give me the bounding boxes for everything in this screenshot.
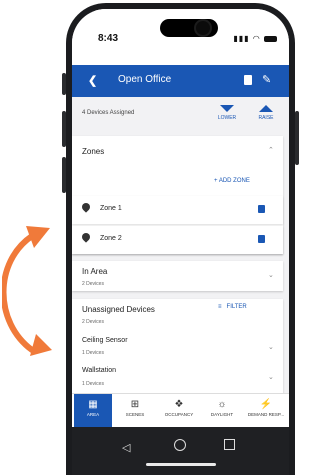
tab-label: AREA (86, 412, 100, 417)
tab-label: SCENES (125, 412, 145, 417)
add-zone-button[interactable]: + ADD ZONE (214, 178, 250, 184)
sliders-icon: ⊞ (130, 399, 140, 410)
zone-item[interactable]: Zone 2 (72, 226, 283, 254)
raise-label: RAISE (258, 115, 274, 121)
devices-bar: 4 Devices Assigned LOWER RAISE (72, 97, 289, 135)
location-pin-icon (80, 231, 92, 243)
tab-daylight[interactable]: ☼ DAYLIGHT (202, 394, 242, 428)
zone-item[interactable]: Zone 1 (72, 196, 283, 224)
device-name: Wallstation (82, 367, 116, 374)
trash-icon[interactable] (258, 235, 265, 243)
mute-switch (62, 73, 66, 95)
zone-name: Zone 1 (100, 205, 122, 212)
home-indicator (146, 463, 216, 466)
zones-card: Zones ⌃ + ADD ZONE Zone 1 Zone 2 (72, 136, 283, 254)
nav-recents-icon[interactable] (224, 439, 235, 450)
person-icon: ❖ (174, 399, 184, 410)
device-name: Ceiling Sensor (82, 337, 128, 344)
zone-name: Zone 2 (100, 235, 122, 242)
volume-up-button (62, 111, 66, 147)
arrow-up-icon (259, 105, 273, 112)
arrow-down-icon (220, 105, 234, 112)
back-button[interactable]: ❮ (88, 74, 97, 87)
tab-label: DAYLIGHT (210, 412, 234, 417)
screenshot-stage: 8:43 ▮▮▮ ◠ ❮ Open Office ✎ 4 Devices Ass… (0, 0, 299, 475)
tab-label: OCCUPANCY (164, 412, 194, 417)
chevron-down-icon: ⌄ (268, 272, 274, 279)
app-bar: ❮ Open Office ✎ (72, 65, 289, 97)
unassigned-devices-card: Unassigned Devices 2 Devices ≡ FILTER Ce… (72, 299, 283, 393)
devices-assigned-text: 4 Devices Assigned (82, 110, 135, 116)
grid-icon: ▦ (88, 399, 98, 410)
tab-scenes[interactable]: ⊞ SCENES (116, 394, 154, 428)
nav-home-icon[interactable] (174, 439, 186, 451)
filter-icon: ≡ (218, 304, 222, 310)
in-area-card[interactable]: In Area 2 Devices ⌄ (72, 261, 283, 291)
device-count: 1 Devices (82, 350, 104, 356)
tab-demand-response[interactable]: ⚡ DEMAND RESP... (244, 394, 288, 428)
chevron-up-icon[interactable]: ⌃ (268, 146, 274, 154)
camera-icon (194, 19, 212, 37)
raise-button[interactable]: RAISE (251, 105, 281, 121)
status-bar: 8:43 ▮▮▮ ◠ (72, 9, 289, 65)
wifi-icon: ◠ (252, 34, 261, 43)
location-pin-icon (80, 201, 92, 213)
bottom-tab-bar: ▦ AREA ⊞ SCENES ❖ OCCUPANCY ☼ DAYLIGHT ⚡ (72, 393, 289, 428)
tab-label: DEMAND RESP... (247, 412, 285, 417)
in-area-count: 2 Devices (82, 281, 104, 287)
unassigned-count: 2 Devices (82, 319, 104, 325)
nav-back-icon[interactable]: ◁ (122, 441, 130, 454)
volume-down-button (62, 157, 66, 193)
power-button (295, 111, 299, 165)
bolt-icon: ⚡ (259, 399, 273, 410)
zones-title: Zones (82, 147, 105, 156)
sun-icon: ☼ (217, 399, 227, 410)
lower-button[interactable]: LOWER (212, 105, 242, 121)
pencil-icon[interactable]: ✎ (262, 73, 271, 86)
tab-occupancy[interactable]: ❖ OCCUPANCY (158, 394, 200, 428)
unassigned-title: Unassigned Devices (82, 305, 155, 314)
trash-icon[interactable] (244, 75, 252, 85)
device-count: 1 Devices (82, 381, 104, 387)
filter-button[interactable]: ≡ FILTER (218, 304, 247, 310)
status-icons: ▮▮▮ ◠ (233, 34, 277, 43)
page-title: Open Office (118, 74, 172, 85)
swap-arrows-icon (2, 226, 52, 356)
system-nav-bar: ◁ (72, 427, 289, 475)
lower-label: LOWER (217, 115, 237, 121)
battery-icon (264, 35, 277, 42)
chevron-down-icon: ⌄ (268, 344, 274, 351)
tab-area[interactable]: ▦ AREA (74, 394, 112, 428)
filter-label: FILTER (226, 304, 247, 310)
trash-icon[interactable] (258, 205, 265, 213)
status-time: 8:43 (98, 33, 119, 44)
device-row[interactable]: Wallstation 1 Devices ⌄ (72, 363, 283, 391)
chevron-down-icon: ⌄ (268, 374, 274, 381)
device-row[interactable]: Ceiling Sensor 1 Devices ⌄ (72, 333, 283, 361)
phone-screen: 8:43 ▮▮▮ ◠ ❮ Open Office ✎ 4 Devices Ass… (72, 9, 289, 475)
phone-frame: 8:43 ▮▮▮ ◠ ❮ Open Office ✎ 4 Devices Ass… (62, 3, 299, 475)
in-area-title: In Area (82, 267, 108, 276)
signal-icon: ▮▮▮ (233, 34, 250, 43)
